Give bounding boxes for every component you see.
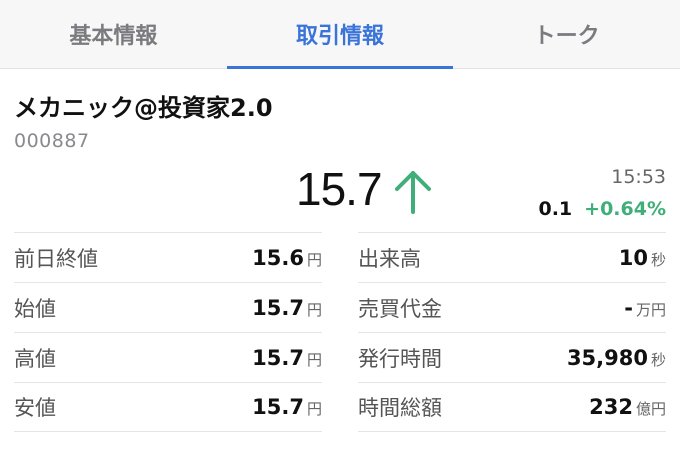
stat-label: 発行時間 xyxy=(358,346,442,371)
tab-bar: 基本情報 取引情報 トーク xyxy=(0,0,680,69)
stat-value: 35,980 xyxy=(566,345,648,370)
stat-value-group: 15.7 円 xyxy=(252,296,322,320)
stat-value-group: 232 億円 xyxy=(589,395,666,419)
stat-unit: 円 xyxy=(306,250,322,269)
current-price: 15.7 xyxy=(296,163,383,215)
stat-value-group: 15.6 円 xyxy=(252,246,322,270)
stat-label: 高値 xyxy=(14,346,56,371)
stock-name: メカニック@投資家2.0 xyxy=(14,94,273,122)
price-time: 15:53 xyxy=(611,166,666,188)
stat-row-trading-value: 売買代金 - 万円 xyxy=(358,282,666,332)
stats-column-left: 前日終値 15.6 円 始値 15.7 円 高値 15.7 円 安値 15.7 xyxy=(14,232,322,432)
stat-row-volume: 出来高 10 秒 xyxy=(358,232,666,282)
stat-unit: 円 xyxy=(306,300,322,319)
stat-row-high: 高値 15.7 円 xyxy=(14,332,322,382)
stat-value-group: 15.7 円 xyxy=(252,346,322,370)
stock-code: 000887 xyxy=(14,130,90,152)
stats-column-right: 出来高 10 秒 売買代金 - 万円 発行時間 35,980 秒 時間総額 23… xyxy=(358,232,666,432)
stat-label: 前日終値 xyxy=(14,246,98,271)
stat-label: 売買代金 xyxy=(358,296,442,321)
stat-unit: 秒 xyxy=(650,350,666,369)
stat-unit: 万円 xyxy=(635,300,666,319)
stat-row-low: 安値 15.7 円 xyxy=(14,382,322,432)
stat-unit: 秒 xyxy=(650,250,666,269)
stat-value: - xyxy=(624,295,633,320)
stat-value: 15.7 xyxy=(252,295,304,320)
stat-value-group: 15.7 円 xyxy=(252,395,322,419)
stat-label: 安値 xyxy=(14,396,56,420)
stat-label: 出来高 xyxy=(358,246,421,271)
stat-row-issue-time: 発行時間 35,980 秒 xyxy=(358,332,666,382)
stat-label: 始値 xyxy=(14,296,56,321)
stat-unit: 円 xyxy=(306,400,322,418)
price-change: 0.1 +0.64% xyxy=(538,198,666,220)
stat-unit: 円 xyxy=(306,350,322,369)
stat-value: 10 xyxy=(618,245,648,270)
stat-row-prev-close: 前日終値 15.6 円 xyxy=(14,232,322,282)
stat-value: 15.7 xyxy=(252,345,304,370)
tab-trade-info[interactable]: 取引情報 xyxy=(226,0,454,69)
stat-value: 15.6 xyxy=(252,245,304,270)
stat-value: 15.7 xyxy=(252,395,304,419)
stat-row-time-total: 時間総額 232 億円 xyxy=(358,382,666,432)
change-absolute: 0.1 xyxy=(538,198,573,220)
stat-value-group: 10 秒 xyxy=(619,246,666,270)
stat-label: 時間総額 xyxy=(358,396,442,420)
stat-value: 232 xyxy=(589,395,633,419)
arrow-up-icon xyxy=(395,171,431,214)
change-percent: +0.64% xyxy=(584,198,666,220)
stat-value-group: 35,980 秒 xyxy=(567,346,666,370)
stat-value-group: - 万円 xyxy=(624,296,666,320)
tab-talk[interactable]: トーク xyxy=(453,0,680,68)
tab-basic-info[interactable]: 基本情報 xyxy=(0,0,227,68)
stat-row-open: 始値 15.7 円 xyxy=(14,282,322,332)
stat-unit: 億円 xyxy=(635,400,666,418)
